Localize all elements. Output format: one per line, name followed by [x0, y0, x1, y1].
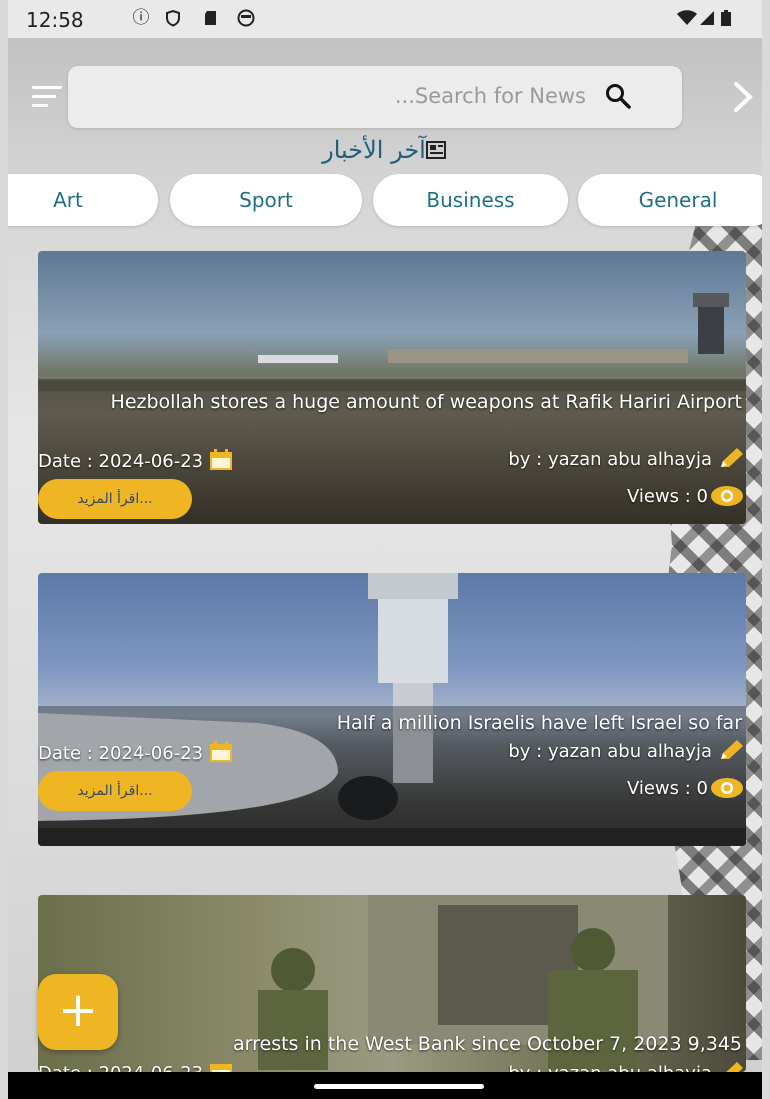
- calendar-icon: [209, 1061, 233, 1072]
- news-title: Half a million Israelis have left Israel…: [336, 712, 742, 734]
- views-text: Views : 0: [626, 486, 708, 507]
- news-date: Date : 2024-06-23: [38, 449, 233, 472]
- news-views: Views : 0: [627, 777, 744, 799]
- read-more-button[interactable]: اقرأ المزيد...: [38, 479, 192, 519]
- news-card[interactable]: arrests in the West Bank since October 7…: [38, 895, 746, 1072]
- wifi-icon: [676, 9, 698, 27]
- calendar-icon: [209, 449, 233, 471]
- newspaper-icon: [425, 138, 448, 166]
- pencil-icon: [718, 447, 744, 469]
- news-author: by : yazan abu alhayja: [508, 447, 744, 470]
- category-label: Sport: [239, 188, 293, 212]
- navigation-bar: [8, 1072, 762, 1099]
- category-chip-general[interactable]: General: [578, 174, 762, 226]
- category-label: Art: [53, 188, 83, 212]
- category-chip-art[interactable]: Art: [8, 174, 158, 226]
- news-date: Date : 2024-06-23: [38, 741, 233, 764]
- news-author: by : yazan abu alhayja: [508, 739, 744, 762]
- battery-icon: [720, 9, 732, 27]
- add-news-button[interactable]: +: [38, 974, 118, 1050]
- news-author: by : yazan abu alhayja: [508, 1061, 744, 1072]
- search-bar[interactable]: ...Search for News: [68, 66, 682, 128]
- status-time: 12:58: [26, 8, 84, 32]
- filter-menu-icon[interactable]: [32, 86, 64, 114]
- app-screen: 12:58 ⓘ ...Search for News آخر الأخبار A…: [8, 0, 762, 1099]
- plus-icon: +: [57, 982, 99, 1038]
- news-card[interactable]: Half a million Israelis have left Israel…: [38, 573, 746, 846]
- news-title: Hezbollah stores a huge amount of weapon…: [110, 391, 742, 413]
- read-more-button[interactable]: اقرأ المزيد...: [38, 771, 192, 811]
- eye-icon: [710, 485, 744, 507]
- signal-icon: [698, 9, 716, 27]
- news-card[interactable]: Hezbollah stores a huge amount of weapon…: [38, 251, 746, 524]
- search-icon[interactable]: [604, 82, 632, 110]
- latest-news-title: آخر الأخبار: [322, 136, 426, 164]
- author-text: by : yazan abu alhayja: [508, 449, 712, 470]
- author-text: by : yazan abu alhayja: [508, 1063, 712, 1072]
- face-icon: [236, 9, 255, 27]
- search-input[interactable]: ...Search for News: [395, 84, 586, 108]
- date-text: Date : 2024-06-23: [38, 1063, 203, 1072]
- page-title: آخر الأخبار: [8, 136, 762, 166]
- status-bar: 12:58 ⓘ: [8, 0, 762, 38]
- home-gesture-handle[interactable]: [314, 1084, 484, 1089]
- shield-icon: [164, 9, 182, 27]
- eye-icon: [710, 777, 744, 799]
- category-chip-business[interactable]: Business: [373, 174, 568, 226]
- news-views: Views : 0: [627, 485, 744, 507]
- category-chip-sport[interactable]: Sport: [170, 174, 362, 226]
- pencil-icon: [718, 739, 744, 761]
- calendar-icon: [209, 741, 233, 763]
- sdcard-icon: [202, 9, 220, 27]
- category-label: General: [638, 188, 718, 212]
- news-title: arrests in the West Bank since October 7…: [232, 1033, 742, 1055]
- info-icon: ⓘ: [132, 8, 150, 28]
- date-text: Date : 2024-06-23: [38, 451, 204, 472]
- pencil-icon: [718, 1061, 744, 1072]
- views-text: Views : 0: [626, 778, 708, 799]
- author-text: by : yazan abu alhayja: [508, 741, 712, 762]
- chevron-right-icon[interactable]: [730, 80, 756, 114]
- date-text: Date : 2024-06-23: [38, 743, 204, 764]
- news-date: Date : 2024-06-23: [38, 1061, 233, 1072]
- category-label: Business: [426, 188, 515, 212]
